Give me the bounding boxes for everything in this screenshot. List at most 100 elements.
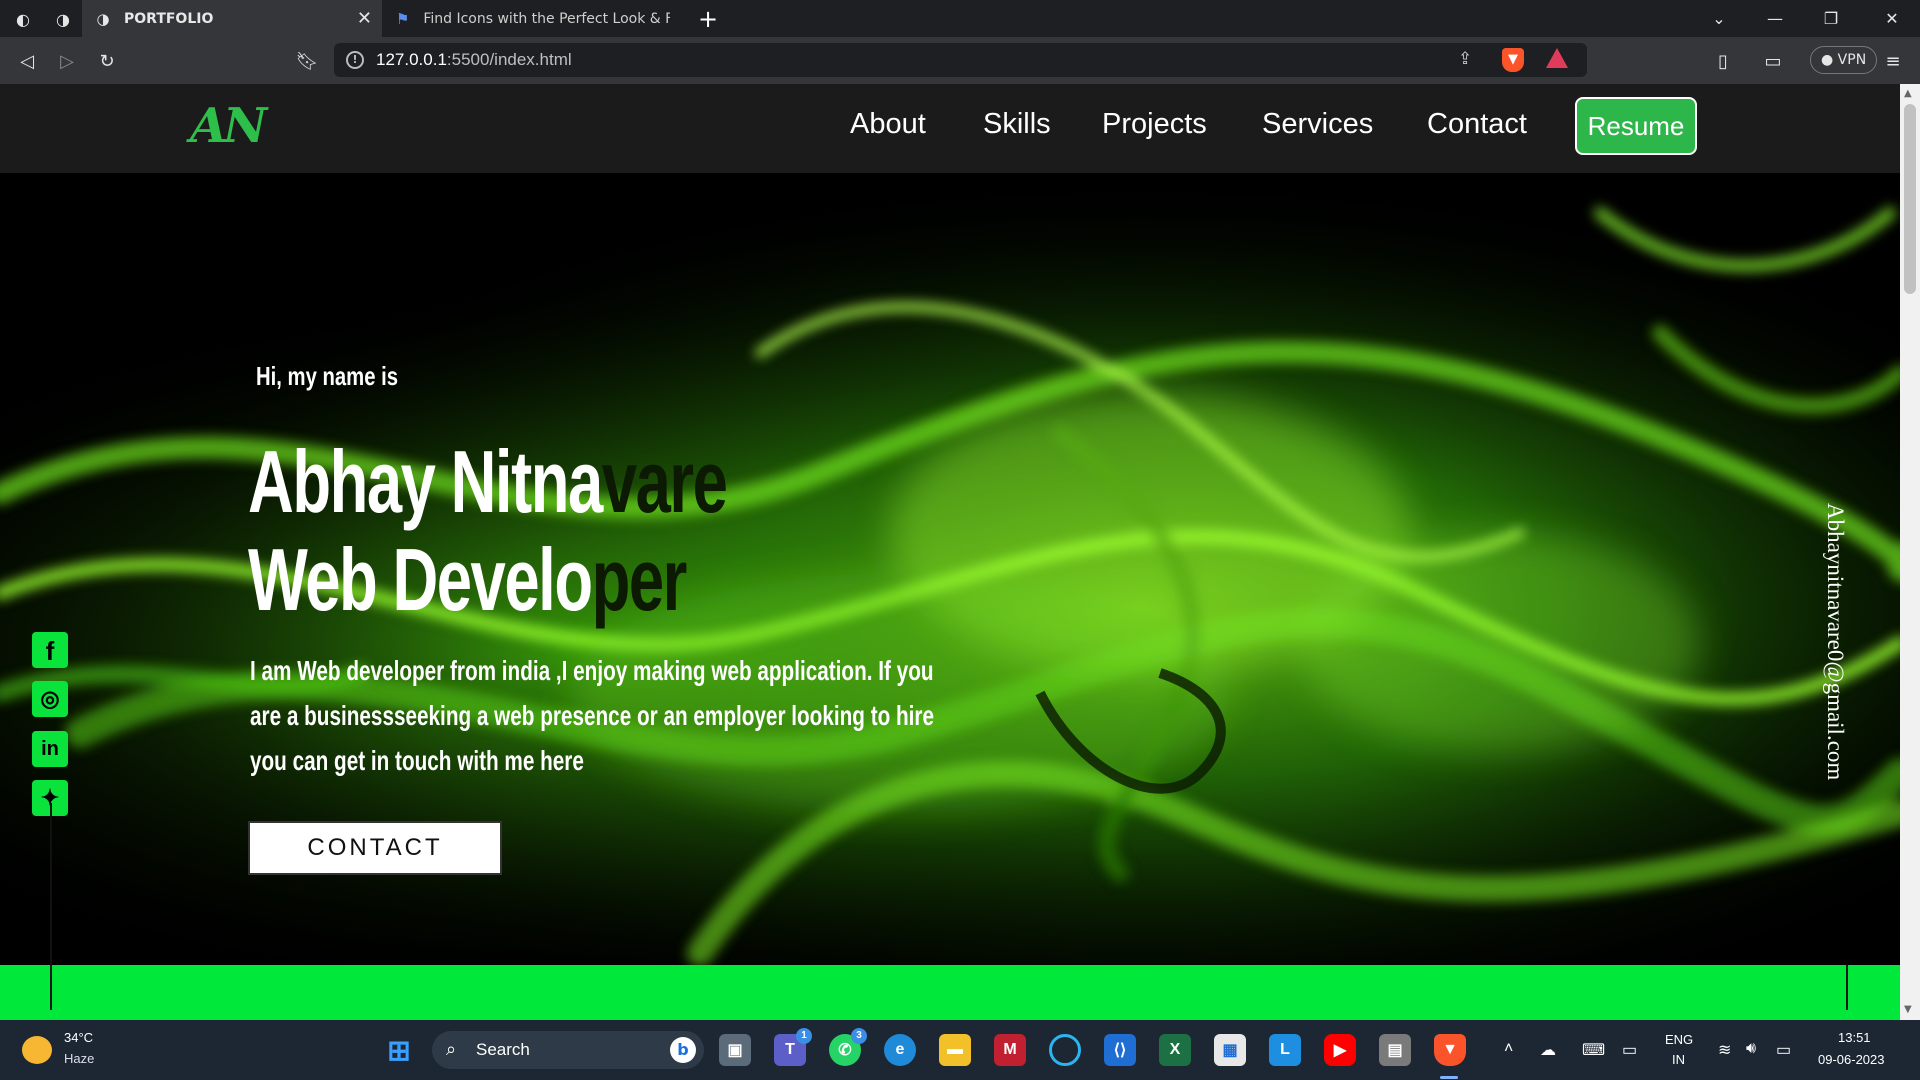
nav-projects[interactable]: Projects [1102, 108, 1207, 141]
onedrive-icon[interactable]: ☁ [1540, 1040, 1556, 1060]
tab-portfolio[interactable]: ◑ PORTFOLIO ✕ [82, 0, 382, 37]
brave-shields-icon[interactable]: ▼ [1502, 48, 1524, 72]
close-window-button[interactable]: ✕ [1864, 0, 1920, 37]
weather-temperature[interactable]: 34°C [64, 1030, 93, 1045]
scrollbar-thumb[interactable] [1904, 104, 1916, 294]
page-scrollbar[interactable]: ▲ ▼ [1900, 84, 1920, 1020]
tab-title: Find Icons with the Perfect Look & Fee [423, 10, 670, 27]
hero-greeting: Hi, my name is [256, 361, 399, 391]
tray-overflow-icon[interactable]: ˄ [1504, 1040, 1513, 1058]
excel-icon[interactable]: X [1159, 1034, 1191, 1066]
globe-icon: ◑ [96, 9, 110, 28]
file-explorer-icon[interactable]: ▬ [939, 1034, 971, 1066]
browser-tab-bar: ◐ ◑ ◑ PORTFOLIO ✕ ⚑ Find Icons with the … [0, 0, 1920, 37]
url-path: :5500/index.html [446, 50, 572, 69]
clock-time[interactable]: 13:51 [1838, 1030, 1871, 1045]
url-host: 127.0.0.1 [376, 50, 447, 69]
scroll-up-icon[interactable]: ▲ [1904, 88, 1912, 99]
minimize-button[interactable]: — [1747, 0, 1803, 37]
sidebar-icon[interactable]: ▯ [1708, 46, 1738, 76]
scroll-down-icon[interactable]: ▼ [1904, 1004, 1912, 1015]
brave-rewards-icon[interactable] [1546, 48, 1568, 68]
flag-icon: ⚑ [395, 9, 410, 28]
tab-title: PORTFOLIO [124, 10, 214, 27]
weather-condition[interactable]: Haze [64, 1051, 94, 1066]
whatsapp-icon[interactable]: ✆ 3 [829, 1028, 867, 1066]
active-app-indicator [1440, 1076, 1458, 1079]
instagram-icon[interactable]: ◎ [32, 681, 68, 717]
store-icon[interactable]: ▦ [1214, 1034, 1246, 1066]
l-app-icon[interactable]: L [1269, 1034, 1301, 1066]
hero-section: Hi, my name is Abhay Nitnavare Web Devel… [0, 173, 1900, 965]
calculator-icon[interactable]: ▤ [1379, 1034, 1411, 1066]
keyboard-icon[interactable]: ⌨ [1582, 1040, 1605, 1060]
back-icon[interactable]: ◁ [12, 46, 42, 76]
facebook-icon[interactable]: f [32, 632, 68, 668]
nav-contact[interactable]: Contact [1427, 108, 1527, 141]
left-divider-line [50, 965, 52, 1010]
hero-role-fade: per [591, 530, 688, 629]
language-bottom[interactable]: IN [1672, 1052, 1685, 1067]
vpn-label: VPN [1837, 52, 1867, 68]
green-section-band [0, 965, 1900, 1020]
close-icon[interactable]: ✕ [357, 8, 372, 29]
wallet-icon[interactable]: ▭ [1758, 46, 1788, 76]
hero-description: I am Web developer from india ,I enjoy m… [250, 655, 935, 776]
bookmark-icon[interactable]: 🔖︎ [292, 46, 322, 76]
web-page: AN About Skills Projects Services Contac… [0, 84, 1900, 1020]
hero-name-solid: Abhay Nitna [248, 432, 603, 531]
linkedin-icon[interactable]: in [32, 731, 68, 767]
taskbar-search[interactable]: ⌕ Search b [432, 1031, 704, 1069]
bing-icon[interactable]: b [670, 1037, 696, 1063]
address-bar[interactable]: ! 127.0.0.1:5500/index.html ⇪ ▼ [334, 43, 1587, 77]
teams-badge: 1 [796, 1028, 812, 1044]
share-icon[interactable]: ⇪ [1458, 49, 1472, 69]
new-tab-button[interactable]: + [698, 5, 718, 33]
cortana-icon[interactable] [1049, 1034, 1081, 1066]
site-logo[interactable]: AN [190, 98, 267, 154]
search-label: Search [476, 1040, 530, 1059]
task-view-icon[interactable]: ▣ [719, 1034, 751, 1066]
battery-icon[interactable]: ▭ [1776, 1040, 1791, 1060]
nav-services[interactable]: Services [1262, 108, 1373, 141]
browser-toolbar: ◁ ▷ ↻ 🔖︎ ! 127.0.0.1:5500/index.html ⇪ ▼… [0, 37, 1920, 84]
site-navbar: AN About Skills Projects Services Contac… [0, 84, 1900, 173]
display-icon[interactable]: ▭ [1622, 1040, 1637, 1060]
weather-haze-icon[interactable] [22, 1036, 52, 1064]
social-divider-line [50, 803, 52, 965]
search-icon: ⌕ [446, 1039, 457, 1060]
hero-role-solid: Web Develo [248, 530, 593, 629]
brave-taskbar-icon[interactable]: ▼ [1434, 1034, 1466, 1066]
site-info-icon[interactable]: ! [346, 51, 364, 69]
menu-icon[interactable]: ≡ [1878, 46, 1908, 76]
mcafee-icon[interactable]: M [994, 1034, 1026, 1066]
resume-button[interactable]: Resume [1575, 97, 1697, 155]
forward-icon[interactable]: ▷ [52, 46, 82, 76]
wifi-icon[interactable]: ≋ [1718, 1040, 1731, 1060]
hero-role: Web Developer [248, 529, 688, 631]
url-text[interactable]: 127.0.0.1:5500/index.html [376, 50, 572, 70]
vscode-icon[interactable]: ⟨⟩ [1104, 1034, 1136, 1066]
edge-icon[interactable]: e [884, 1034, 916, 1066]
teams-icon[interactable]: T1 [774, 1028, 812, 1066]
vpn-button[interactable]: ● VPN [1810, 46, 1878, 74]
nav-about[interactable]: About [850, 108, 926, 141]
tab-search-icon[interactable]: ◑ [50, 6, 76, 32]
windows-start-icon[interactable]: ⊞ [383, 1034, 415, 1066]
clock-date[interactable]: 09-06-2023 [1818, 1052, 1885, 1067]
screen: ◐ ◑ ◑ PORTFOLIO ✕ ⚑ Find Icons with the … [0, 0, 1920, 1080]
windows-taskbar: 34°C Haze ⊞ ⌕ Search b ▣ T1 ✆ 3 e ▬ M ⟨⟩ … [0, 1020, 1920, 1080]
maximize-button[interactable]: ❐ [1803, 0, 1859, 37]
hero-name-fade: vare [601, 432, 728, 531]
volume-icon[interactable]: 🔊︎ [1746, 1040, 1756, 1058]
hero-email[interactable]: Abhaynitnavare0@gmail.com [1822, 503, 1848, 780]
youtube-icon[interactable]: ▶ [1324, 1034, 1356, 1066]
profile-icon[interactable]: ◐ [10, 6, 36, 32]
contact-button[interactable]: CONTACT [248, 821, 502, 875]
nav-skills[interactable]: Skills [983, 108, 1051, 141]
tab-icons[interactable]: ⚑ Find Icons with the Perfect Look & Fee [382, 0, 682, 37]
whatsapp-badge: 3 [851, 1028, 867, 1044]
language-top[interactable]: ENG [1665, 1032, 1693, 1047]
tab-list-icon[interactable]: ⌄ [1691, 0, 1747, 37]
reload-icon[interactable]: ↻ [92, 46, 122, 76]
